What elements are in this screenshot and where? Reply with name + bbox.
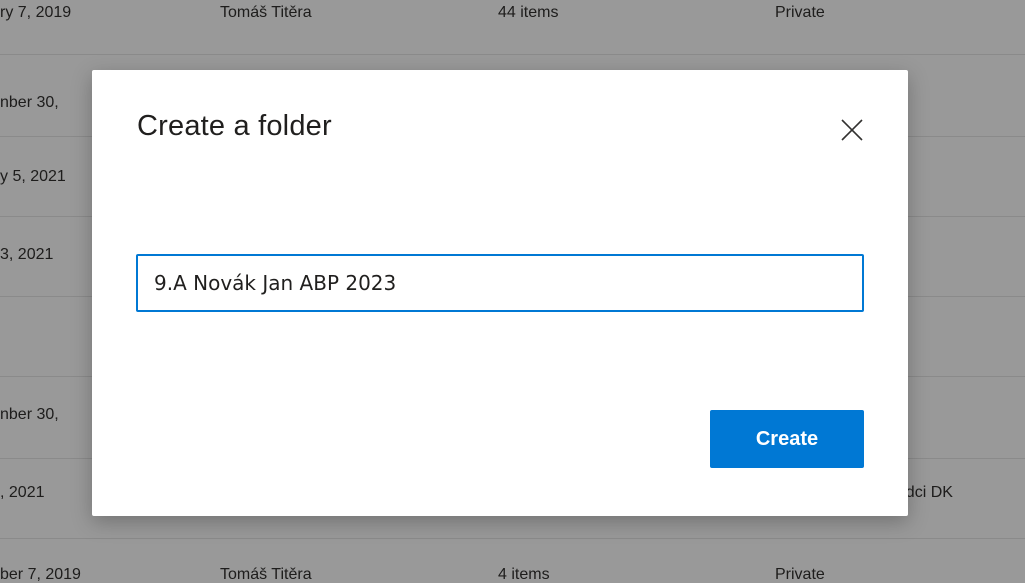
close-button[interactable] (837, 115, 867, 145)
dialog-title: Create a folder (137, 110, 332, 142)
close-icon (841, 119, 863, 141)
create-folder-dialog: Create a folder Create (92, 70, 908, 516)
onedrive-page: ry 7, 2019 Tomáš Titěra 44 items Private… (0, 0, 1025, 583)
create-button[interactable]: Create (710, 410, 864, 468)
folder-name-input[interactable] (136, 254, 864, 312)
